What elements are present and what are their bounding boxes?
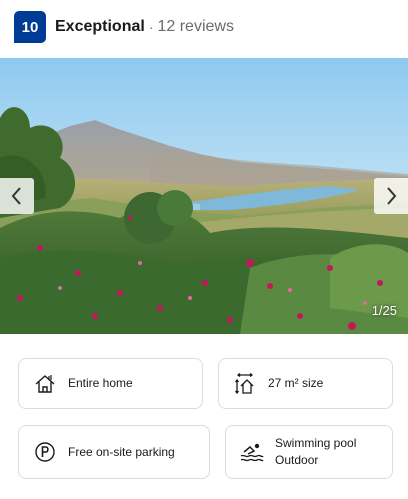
- house-icon: [32, 371, 58, 397]
- feature-label: 27 m² size: [268, 376, 324, 390]
- gallery-photo: [0, 58, 408, 334]
- photo-gallery[interactable]: [0, 58, 408, 334]
- feature-size: 27 m² size: [218, 358, 393, 409]
- gallery-prev-button[interactable]: [0, 178, 34, 214]
- feature-label: Entire home: [68, 376, 133, 390]
- feature-label: Free on-site parking: [68, 444, 175, 459]
- feature-label: Swimming pool: [275, 436, 357, 450]
- photo-counter: 1/25: [371, 303, 397, 318]
- swimming-pool-icon: [239, 439, 265, 465]
- parking-icon: [32, 439, 58, 465]
- separator-dot: ·: [148, 19, 154, 35]
- rating-summary: 10 Exceptional · 12 reviews: [14, 11, 234, 43]
- feature-parking: Free on-site parking: [18, 425, 210, 479]
- feature-text: Swimming pool Outdoor: [275, 435, 356, 469]
- chevron-right-icon: [387, 187, 397, 205]
- chevron-left-icon: [11, 187, 21, 205]
- rating-label: Exceptional: [55, 18, 145, 35]
- feature-sublabel: Outdoor: [275, 453, 319, 467]
- review-count-link[interactable]: 12 reviews: [157, 18, 233, 36]
- size-icon: [232, 371, 258, 397]
- feature-entire-home: Entire home: [18, 358, 203, 409]
- feature-pool: Swimming pool Outdoor: [225, 425, 393, 479]
- review-score-badge: 10: [14, 11, 46, 43]
- gallery-next-button[interactable]: [374, 178, 408, 214]
